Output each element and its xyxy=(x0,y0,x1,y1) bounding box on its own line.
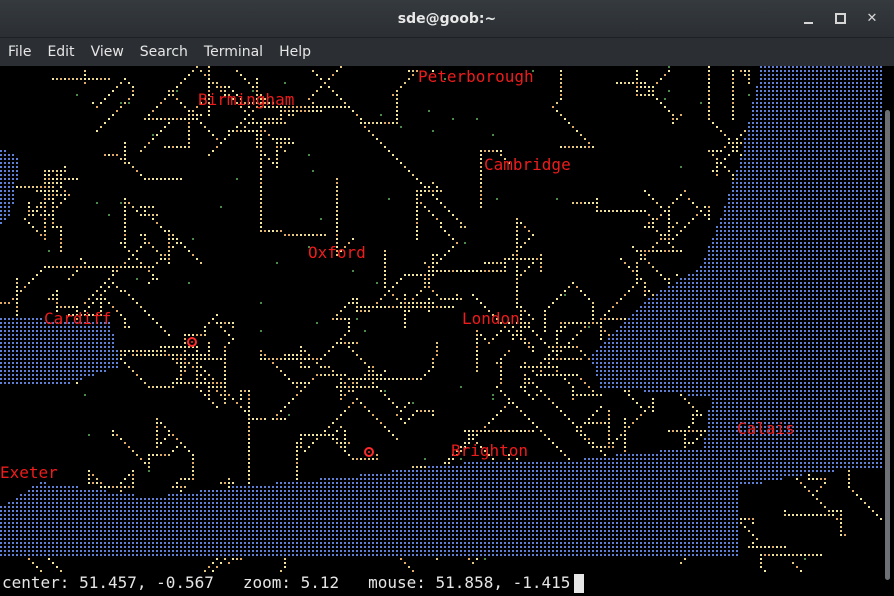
location-marker xyxy=(364,447,374,457)
close-button[interactable]: ✕ xyxy=(856,4,888,34)
terminal-scrollbar[interactable] xyxy=(882,66,894,596)
city-label-cardiff: Cardiff xyxy=(44,309,112,328)
text-cursor xyxy=(574,573,585,593)
menu-terminal[interactable]: Terminal xyxy=(196,38,271,66)
city-label-birmingham: Birmingham xyxy=(198,90,295,109)
city-label-peterborough: Peterborough xyxy=(418,67,534,86)
city-label-cambridge: Cambridge xyxy=(484,155,571,174)
menu-search[interactable]: Search xyxy=(132,38,196,66)
status-line: center: 51.457, -0.567 zoom: 5.12 mouse:… xyxy=(2,572,585,594)
window-titlebar[interactable]: sde@goob:~ ✕ xyxy=(0,0,894,38)
minimize-icon xyxy=(803,21,813,24)
menu-help[interactable]: Help xyxy=(271,38,319,66)
center-value: 51.457, -0.567 xyxy=(79,573,214,592)
scrollbar-thumb[interactable] xyxy=(885,110,890,580)
close-icon: ✕ xyxy=(866,11,878,26)
window-title: sde@goob:~ xyxy=(397,10,497,27)
location-marker xyxy=(187,337,197,347)
window-controls: ✕ xyxy=(792,0,888,37)
terminal-area[interactable]: Peterborough Birmingham Cambridge Oxford… xyxy=(0,66,882,596)
city-label-london: London xyxy=(462,309,520,328)
zoom-value: 5.12 xyxy=(300,573,340,592)
maximize-button[interactable] xyxy=(824,4,856,34)
menu-view[interactable]: View xyxy=(83,38,132,66)
menu-bar: File Edit View Search Terminal Help xyxy=(0,38,894,66)
city-label-brighton: Brighton xyxy=(451,441,529,460)
city-label-oxford: Oxford xyxy=(308,243,366,262)
city-label-exeter: Exeter xyxy=(0,463,58,482)
braille-map[interactable] xyxy=(0,66,882,572)
mouse-label: mouse: xyxy=(368,573,426,592)
maximize-icon xyxy=(834,13,846,24)
center-label: center: xyxy=(2,573,70,592)
city-label-calais: Calais xyxy=(737,419,795,438)
mouse-value: 51.858, -1.415 xyxy=(435,573,571,592)
menu-edit[interactable]: Edit xyxy=(39,38,82,66)
zoom-label: zoom: xyxy=(242,573,292,592)
menu-file[interactable]: File xyxy=(0,38,39,66)
minimize-button[interactable] xyxy=(792,4,824,34)
